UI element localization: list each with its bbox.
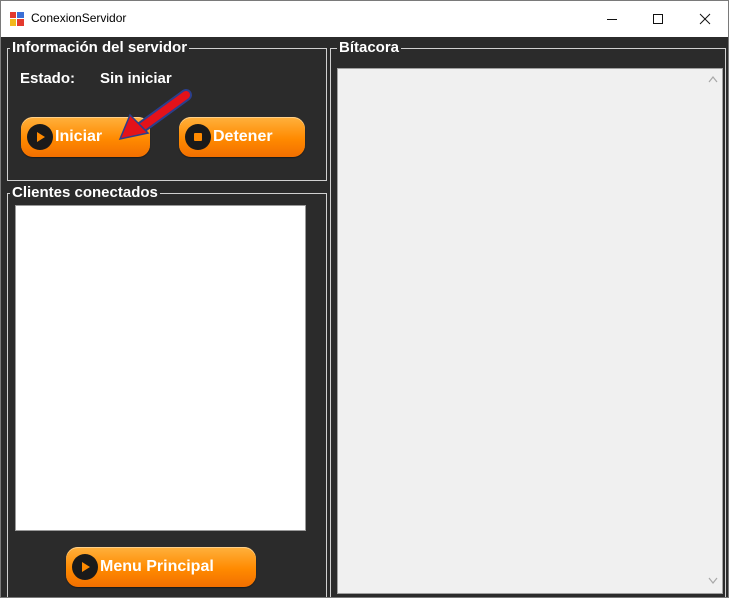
log-group: Bítacora bbox=[330, 40, 726, 597]
close-icon bbox=[699, 13, 711, 25]
play-icon bbox=[72, 554, 98, 580]
minimize-button[interactable] bbox=[589, 1, 635, 37]
status-value: Sin iniciar bbox=[100, 70, 172, 87]
server-info-legend: Información del servidor bbox=[10, 39, 190, 56]
clients-legend: Clientes conectados bbox=[10, 184, 160, 201]
main-menu-button[interactable]: Menu Principal bbox=[66, 547, 256, 587]
close-button[interactable] bbox=[682, 1, 728, 37]
play-icon bbox=[27, 124, 53, 150]
scroll-up-icon[interactable] bbox=[708, 75, 718, 85]
annotation-arrow-icon bbox=[118, 89, 192, 141]
log-textbox[interactable] bbox=[337, 68, 723, 594]
clients-group: Clientes conectados Menu Principal bbox=[7, 185, 327, 597]
title-bar[interactable]: ConexionServidor bbox=[1, 1, 728, 37]
app-window: ConexionServidor Información del servido… bbox=[0, 0, 729, 598]
maximize-button[interactable] bbox=[635, 1, 681, 37]
minimize-icon bbox=[607, 19, 617, 20]
app-icon bbox=[10, 12, 24, 26]
stop-button[interactable]: Detener bbox=[179, 117, 305, 157]
server-info-group: Información del servidor Estado: Sin ini… bbox=[7, 40, 327, 181]
stop-button-label: Detener bbox=[213, 128, 273, 145]
scroll-down-icon[interactable] bbox=[708, 577, 718, 587]
log-legend: Bítacora bbox=[337, 39, 402, 56]
main-menu-button-label: Menu Principal bbox=[100, 558, 214, 575]
start-button-label: Iniciar bbox=[55, 128, 103, 145]
maximize-icon bbox=[653, 14, 663, 24]
status-label: Estado: bbox=[20, 70, 76, 87]
window-title: ConexionServidor bbox=[31, 11, 127, 25]
client-area: Información del servidor Estado: Sin ini… bbox=[1, 37, 728, 597]
clients-list[interactable] bbox=[15, 205, 306, 531]
